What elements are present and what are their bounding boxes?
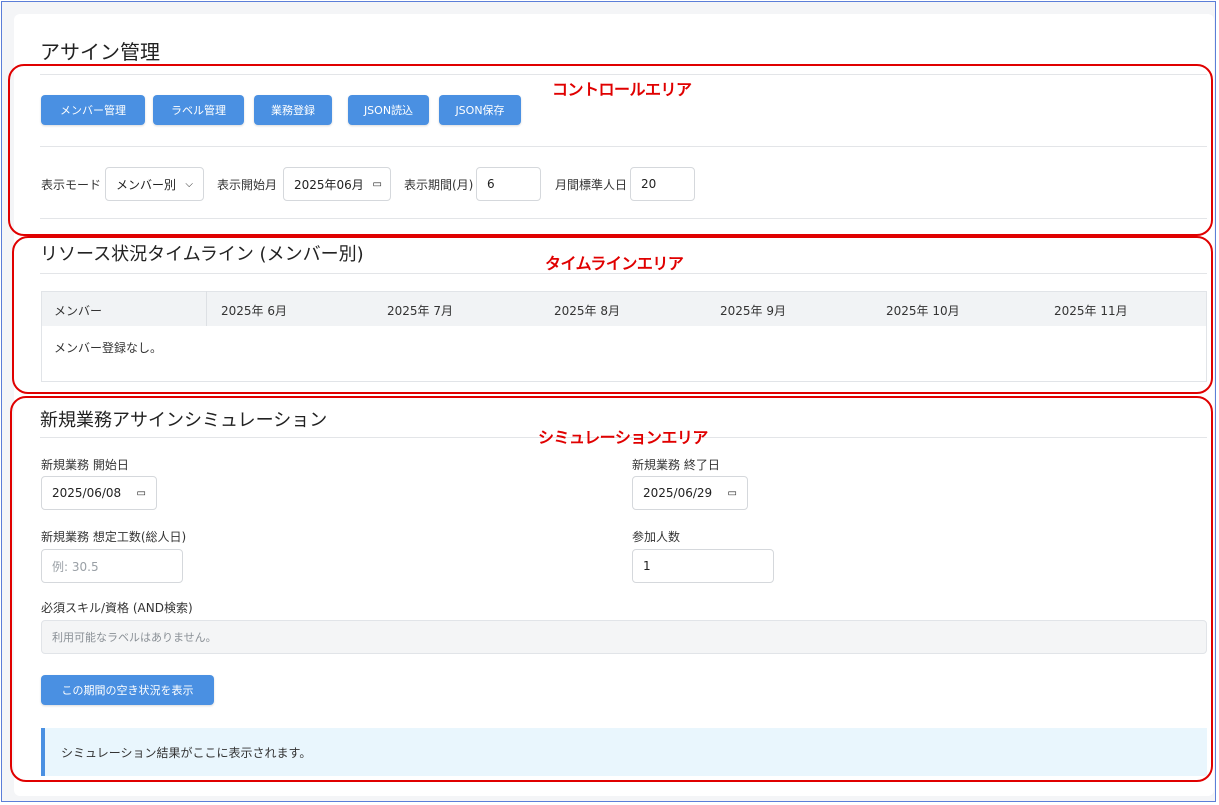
display-mode-value: メンバー別 [116,177,177,192]
show-availability-button[interactable]: この期間の空き状況を表示 [41,675,214,705]
json-load-button[interactable]: JSON読込 [348,95,429,125]
skills-empty-message: 利用可能なラベルはありません。 [52,631,217,644]
divider [40,218,1207,219]
timeline-header-month: 2025年 6月 [221,304,287,318]
end-date-label: 新規業務 終了日 [632,458,720,472]
timeline-header-member: メンバー [54,304,103,318]
timeline-header-month: 2025年 8月 [554,304,620,318]
start-month-input[interactable]: 2025年06月 ▭ [283,167,391,201]
timeline-header-row [41,291,1207,327]
start-month-value: 2025年06月 [294,177,364,192]
page-title: アサイン管理 [40,40,160,64]
calendar-icon[interactable]: ▭ [373,179,382,190]
member-management-button[interactable]: メンバー管理 [41,95,145,125]
task-register-button[interactable]: 業務登録 [254,95,332,125]
period-value: 6 [487,177,495,191]
calendar-icon[interactable]: ▭ [137,488,146,499]
simulation-title: 新規業務アサインシミュレーション [40,410,328,431]
timeline-empty-message: メンバー登録なし。 [54,341,163,355]
standard-days-input[interactable]: 20 [630,167,695,201]
end-date-input[interactable]: 2025/06/29 ▭ [632,476,748,510]
effort-label: 新規業務 想定工数(総人日) [41,530,187,544]
calendar-icon[interactable]: ▭ [728,488,737,499]
members-value: 1 [643,559,651,573]
effort-input[interactable]: 例: 30.5 [41,549,183,583]
standard-days-value: 20 [641,177,657,191]
divider [40,146,1207,147]
timeline-area-label: タイムラインエリア [545,254,684,273]
display-mode-select[interactable]: メンバー別 ⌵ [105,167,204,201]
members-label: 参加人数 [632,530,681,544]
simulation-result-message: シミュレーション結果がここに表示されます。 [61,745,312,760]
chevron-down-icon: ⌵ [185,178,193,190]
json-save-button[interactable]: JSON保存 [439,95,521,125]
period-input[interactable]: 6 [476,167,541,201]
skills-label: 必須スキル/資格 (AND検索) [41,601,193,615]
simulation-area-label: シミュレーションエリア [538,428,708,447]
period-label: 表示期間(月) [404,178,474,192]
effort-placeholder: 例: 30.5 [52,559,99,574]
timeline-body [41,326,1207,382]
skills-list: 利用可能なラベルはありません。 [41,620,1207,654]
timeline-header-month: 2025年 7月 [387,304,453,318]
control-area-label: コントロールエリア [552,80,692,99]
timeline-title: リソース状況タイムライン (メンバー別) [40,244,364,265]
timeline-header-month: 2025年 11月 [1054,304,1128,318]
label-management-button[interactable]: ラベル管理 [153,95,244,125]
simulation-result-panel: シミュレーション結果がここに表示されます。 [41,728,1207,776]
timeline-header-month: 2025年 9月 [720,304,786,318]
standard-days-label: 月間標準人日 [555,178,628,192]
start-date-input[interactable]: 2025/06/08 ▭ [41,476,157,510]
start-month-label: 表示開始月 [217,178,278,192]
divider [40,74,1207,75]
display-mode-label: 表示モード [41,178,102,192]
column-divider [206,291,207,327]
end-date-value: 2025/06/29 [643,486,713,500]
timeline-header-month: 2025年 10月 [886,304,960,318]
start-date-label: 新規業務 開始日 [41,458,129,472]
members-input[interactable]: 1 [632,549,774,583]
start-date-value: 2025/06/08 [52,486,122,500]
